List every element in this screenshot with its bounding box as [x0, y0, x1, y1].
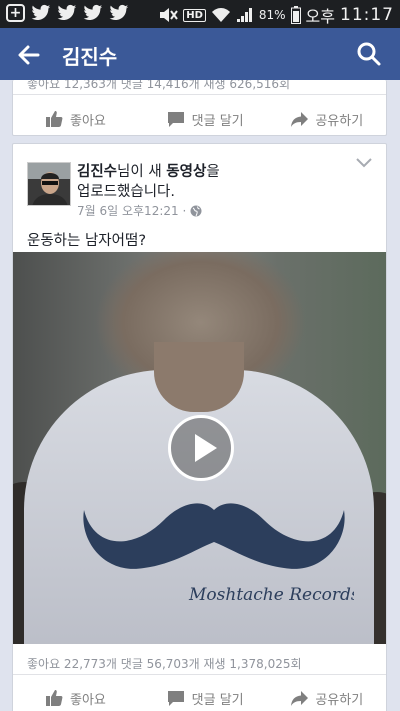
comment-label: 댓글 달기 [191, 692, 244, 708]
previous-post-card: 좋아요 12,363개 댓글 14,416개 재생 626,516회 좋아요 댓… [12, 80, 387, 136]
post-action-bar: 좋아요 댓글 달기 공유하기 [13, 101, 386, 135]
plus-notification-icon: + [6, 4, 25, 22]
post-stats[interactable]: 좋아요 22,773개 댓글 56,703개 재생 1,378,025회 [27, 655, 302, 672]
author-name-link[interactable]: 김진수 [77, 164, 117, 180]
share-label: 공유하기 [315, 692, 364, 708]
avatar[interactable] [27, 162, 71, 206]
comment-icon [167, 112, 184, 127]
video-player[interactable]: Moshtache Records [13, 252, 386, 644]
system-tray: HD 81% 오후 11:17 [158, 3, 394, 27]
battery-percent: 81% [258, 8, 286, 22]
video-post-card: 김진수님이 새 동영상을 업로드했습니다. 7월 6일 오후12:21 · 운동… [12, 143, 387, 711]
comment-button[interactable]: 댓글 달기 [141, 680, 263, 711]
twitter-icon [31, 4, 51, 21]
profile-photo [28, 163, 70, 205]
like-label: 좋아요 [70, 692, 106, 708]
twitter-icon [109, 4, 129, 21]
post-headline: 김진수님이 새 동영상을 [77, 160, 220, 181]
chevron-down-icon[interactable] [356, 158, 372, 168]
wifi-icon [211, 8, 230, 22]
share-button[interactable]: 공유하기 [262, 101, 386, 135]
divider [13, 674, 386, 675]
status-bar: + HD 81% 오후 11:17 [0, 0, 400, 28]
share-icon [291, 112, 309, 127]
globe-icon [190, 205, 202, 216]
signal-icon [236, 8, 252, 22]
shirt-print-text: Moshtache Records [188, 585, 354, 600]
play-button[interactable] [168, 415, 234, 481]
thumbs-up-icon [46, 111, 63, 127]
like-label: 좋아요 [70, 113, 106, 129]
clock-time: 11:17 [340, 5, 394, 25]
comment-icon [167, 691, 184, 706]
post-body-text: 운동하는 남자어떰? [27, 233, 147, 249]
post-meta: 7월 6일 오후12:21 · [77, 202, 202, 219]
divider [13, 94, 386, 95]
share-label: 공유하기 [315, 113, 364, 129]
like-button[interactable]: 좋아요 [13, 680, 141, 711]
post-stats[interactable]: 좋아요 12,363개 댓글 14,416개 재생 626,516회 [27, 80, 290, 92]
comment-label: 댓글 달기 [191, 113, 244, 129]
headline-text: 님이 새 [117, 164, 167, 180]
twitter-icon [83, 4, 103, 21]
battery-icon [290, 6, 301, 24]
clock-ampm: 오후 [305, 7, 335, 26]
search-icon[interactable] [356, 41, 382, 67]
share-icon [291, 691, 309, 706]
post-action-bar: 좋아요 댓글 달기 공유하기 [13, 680, 386, 711]
post-headline-cont: 업로드했습니다. [77, 184, 175, 200]
share-button[interactable]: 공유하기 [262, 680, 386, 711]
like-button[interactable]: 좋아요 [13, 101, 141, 135]
mustache-print: Moshtache Records [83, 503, 354, 600]
back-arrow-icon[interactable] [14, 40, 44, 70]
mute-icon [160, 8, 179, 22]
headline-text-suffix: 을 [206, 164, 220, 180]
post-timestamp[interactable]: 7월 6일 오후12:21 · [77, 202, 186, 219]
comment-button[interactable]: 댓글 달기 [141, 101, 263, 135]
twitter-icon [57, 4, 77, 21]
video-frame-shape [154, 342, 244, 412]
page-title: 김진수 [62, 45, 118, 69]
video-link[interactable]: 동영상 [166, 164, 206, 180]
notification-icons: + [6, 4, 129, 22]
thumbs-up-icon [46, 690, 63, 706]
hd-network-indicator: HD [183, 8, 206, 22]
play-icon [195, 434, 217, 462]
app-bar: 김진수 [0, 28, 400, 80]
